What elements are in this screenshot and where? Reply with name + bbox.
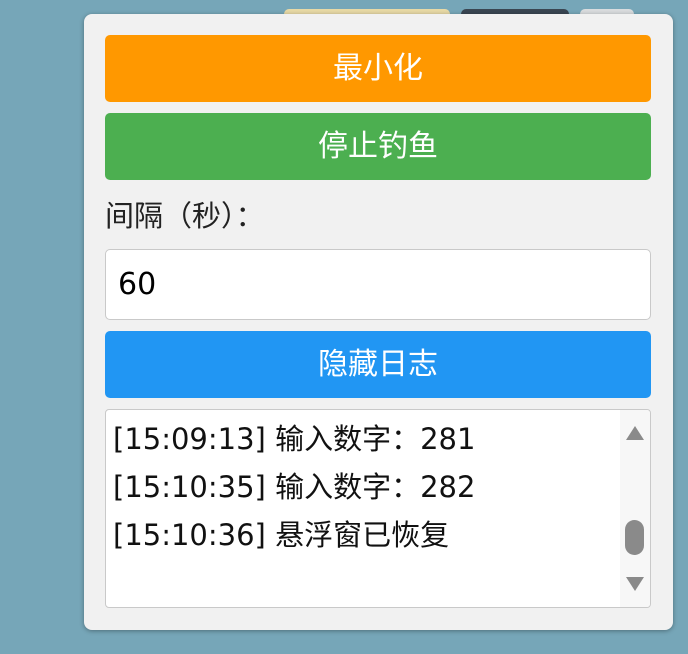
log-scrollbar[interactable] [620,410,650,607]
log-list: [15:09:13] 输入数字：281 [15:10:35] 输入数字：282 … [113,415,616,559]
log-entry: [15:10:35] 输入数字：282 [113,470,476,504]
minimize-button[interactable]: 最小化 [105,35,651,102]
log-entry: [15:10:36] 悬浮窗已恢复 [113,518,450,552]
scroll-down-arrow-icon[interactable] [626,577,644,591]
scrollbar-thumb[interactable] [625,519,644,555]
scroll-up-arrow-icon[interactable] [626,426,644,440]
hide-log-button[interactable]: 隐藏日志 [105,331,651,398]
stop-fishing-button[interactable]: 停止钓鱼 [105,113,651,180]
interval-label: 间隔（秒）： [105,199,265,233]
log-entry: [15:09:13] 输入数字：281 [113,422,476,456]
floating-control-panel: 最小化 停止钓鱼 间隔（秒）： 隐藏日志 [15:09:13] 输入数字：281… [84,14,673,630]
interval-input[interactable] [105,249,651,320]
log-area[interactable]: [15:09:13] 输入数字：281 [15:10:35] 输入数字：282 … [105,409,651,608]
